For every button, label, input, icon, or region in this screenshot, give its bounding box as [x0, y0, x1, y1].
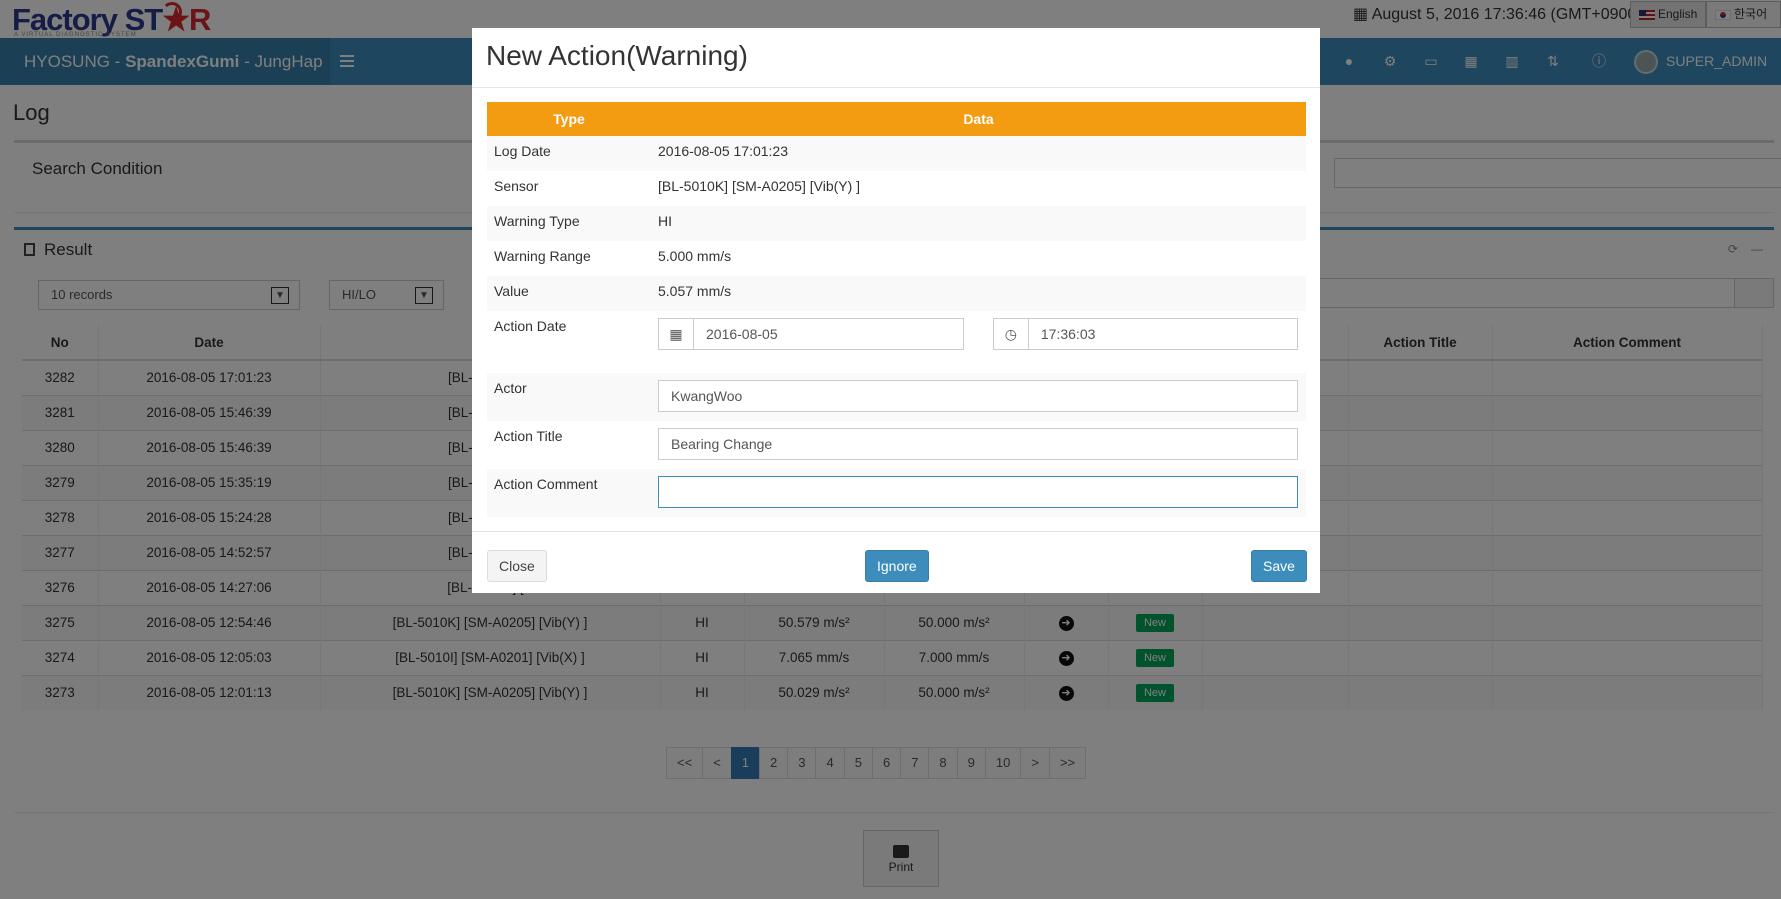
warning-range-value: 5.000 mm/s: [658, 248, 732, 264]
action-date-cell: ▦ 2016-08-05 ◷ 17:36:03: [651, 311, 1306, 373]
modal-header: New Action(Warning): [472, 28, 1320, 88]
clock-icon[interactable]: ◷: [992, 318, 1029, 350]
actor-input[interactable]: KwangWoo: [658, 380, 1298, 412]
action-date-row: Action Date ▦ 2016-08-05 ◷ 17:36:03: [487, 311, 1306, 373]
close-button[interactable]: Close: [487, 550, 547, 582]
actor-row: Actor KwangWoo: [487, 373, 1306, 421]
action-time-input[interactable]: 17:36:03: [1027, 318, 1298, 350]
action-date-group: ▦ 2016-08-05: [658, 318, 965, 350]
value-label: Value: [487, 276, 651, 311]
log-date-row: Log Date 2016-08-05 17:01:23: [487, 136, 1306, 171]
warning-type-row: Warning Type HI: [487, 206, 1306, 241]
action-comment-input[interactable]: [658, 476, 1298, 508]
warning-type-value: HI: [651, 206, 1306, 241]
action-comment-row: Action Comment: [487, 469, 1306, 517]
warning-type-label: Warning Type: [487, 206, 651, 241]
save-button[interactable]: Save: [1251, 550, 1307, 582]
action-comment-label: Action Comment: [487, 469, 651, 517]
action-title-row: Action Title Bearing Change: [487, 421, 1306, 469]
modal-footer: Close Ignore Save: [472, 531, 1320, 593]
action-date-label: Action Date: [494, 318, 567, 334]
new-action-modal: New Action(Warning) Type Data Log Date 2…: [472, 28, 1320, 593]
calendar-icon[interactable]: ▦: [658, 318, 694, 350]
warning-detail-table: Type Data Log Date 2016-08-05 17:01:23 S…: [487, 102, 1306, 517]
action-date-input[interactable]: 2016-08-05: [693, 318, 964, 350]
col-data-header: Data: [651, 102, 1306, 136]
modal-title: New Action(Warning): [486, 40, 748, 71]
detail-header-row: Type Data: [487, 102, 1306, 136]
log-date-value: 2016-08-05 17:01:23: [651, 136, 1306, 171]
warning-range-label: Warning Range: [494, 248, 591, 264]
value-row: Value 5.057 mm/s: [487, 276, 1306, 311]
action-title-input[interactable]: Bearing Change: [658, 428, 1298, 460]
sensor-row: Sensor [BL-5010K] [SM-A0205] [Vib(Y) ]: [487, 171, 1306, 206]
action-time-group: ◷ 17:36:03: [992, 318, 1299, 350]
ignore-button[interactable]: Ignore: [865, 550, 929, 582]
log-date-label: Log Date: [487, 136, 651, 171]
col-type-header: Type: [487, 102, 651, 136]
sensor-value: [BL-5010K] [SM-A0205] [Vib(Y) ]: [658, 178, 861, 194]
sensor-label: Sensor: [494, 178, 539, 194]
warning-range-row: Warning Range 5.000 mm/s: [487, 241, 1306, 276]
value-value: 5.057 mm/s: [651, 276, 1306, 311]
action-title-label: Action Title: [494, 428, 563, 444]
actor-label: Actor: [487, 373, 651, 421]
